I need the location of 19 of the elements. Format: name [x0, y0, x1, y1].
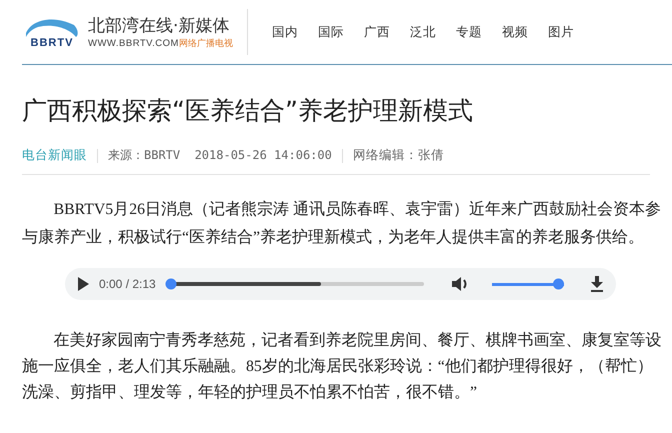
editor-name: 网络编辑：张倩	[352, 147, 444, 164]
article-paragraph: 在美好家园南宁青秀孝慈苑，记者看到养老院里房间、餐厅、棋牌书画室、康复室等设施一应俱全，老人们其乐融融。85岁的北海居民张彩玲说：“他们都护理得很好，（帮忙）洗澡、剪指甲、理发等，年轻的护理员不怕累不怕苦，很不错。”	[22, 330, 663, 403]
logo-brand: BBRTV	[30, 37, 74, 49]
article-title: 广西积极探索“医养结合”养老护理新模式	[22, 95, 474, 127]
nav-link[interactable]: 专题	[456, 24, 482, 40]
download-icon[interactable]	[590, 276, 604, 292]
logo-name: 北部湾在线·新媒体	[88, 14, 230, 36]
play-icon[interactable]	[77, 277, 89, 291]
nav-link[interactable]: 图片	[548, 24, 574, 40]
logo-tagline: 网络广播电视	[178, 38, 233, 50]
nav-link[interactable]: 视频	[502, 24, 528, 40]
nav-link[interactable]: 国内	[272, 24, 298, 40]
audio-time: 0:00 / 2:13	[99, 277, 156, 291]
article-paragraph: BBRTV5月26日消息（记者熊宗涛 通讯员陈春晖、袁宇雷）近年来广西鼓励社会资本参与康养产业，积极试行“医养结合”养老护理新模式，为老年人提供丰富的养老服务供给。	[22, 200, 662, 248]
nav-link[interactable]: 广西	[364, 24, 390, 40]
nav-link[interactable]: 泛北	[410, 24, 436, 40]
source-date: 来源：BBRTV 2018-05-26 14:06:00	[108, 147, 332, 164]
logo-url: WWW.BBRTV.COM	[88, 38, 179, 48]
nav-link[interactable]: 国际	[318, 24, 344, 40]
